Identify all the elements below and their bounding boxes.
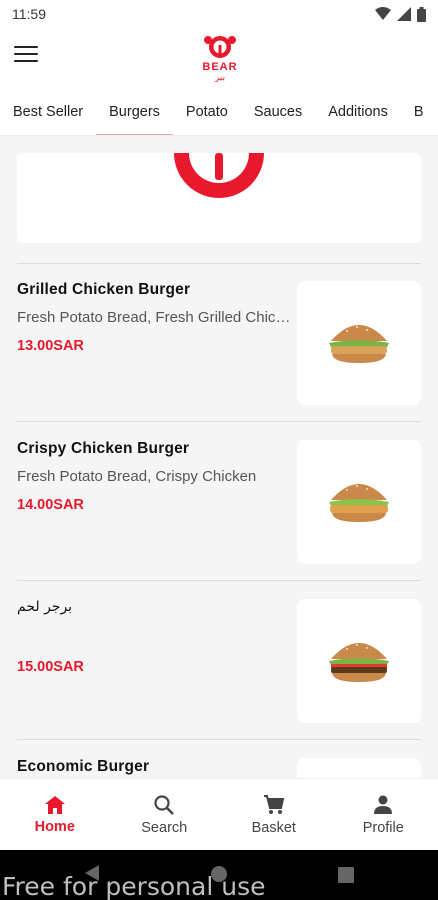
item-name: Crispy Chicken Burger (17, 440, 190, 457)
item-image (297, 281, 421, 405)
tab-partial[interactable]: B (401, 90, 437, 135)
signal-icon (397, 7, 411, 21)
item-image (297, 599, 421, 723)
item-name: Economic Burger (17, 758, 150, 775)
tab-additions[interactable]: Additions (315, 90, 401, 135)
tab-sauces[interactable]: Sauces (241, 90, 315, 135)
menu-icon (14, 46, 38, 48)
menu-item-grilled-chicken[interactable]: Grilled Chicken Burger Fresh Potato Brea… (0, 281, 438, 411)
nav-label: Home (34, 818, 75, 835)
nav-profile[interactable]: Profile (329, 779, 438, 850)
category-tabs: Best Seller Burgers Potato Sauces Additi… (0, 90, 438, 136)
cart-icon (263, 794, 284, 814)
status-bar: 11:59 (0, 0, 438, 28)
search-icon (154, 794, 175, 815)
tab-best-seller[interactable]: Best Seller (0, 90, 96, 135)
tab-burgers[interactable]: Burgers (96, 90, 173, 135)
banner-logo-icon (174, 153, 264, 198)
menu-list[interactable]: Grilled Chicken Burger Fresh Potato Brea… (0, 136, 438, 778)
menu-item-beef-burger[interactable]: برجر لحم 15.00SAR (0, 599, 438, 729)
item-price: 15.00SAR (17, 659, 84, 675)
divider (17, 263, 421, 264)
burger-icon (329, 484, 389, 522)
item-price: 13.00SAR (17, 338, 84, 354)
divider (17, 580, 421, 581)
nav-label: Search (141, 819, 188, 836)
item-image (297, 440, 421, 564)
burger-icon (329, 325, 389, 363)
item-description: Fresh Potato Bread, Fresh Grilled Chicke… (17, 309, 291, 326)
brand-logo: BEAR بير (192, 32, 248, 83)
nav-basket[interactable]: Basket (219, 779, 329, 850)
battery-icon (417, 6, 426, 22)
nav-label: Basket (251, 819, 296, 836)
menu-item-economic[interactable]: Economic Burger (0, 758, 438, 778)
status-time: 11:59 (12, 6, 46, 22)
nav-search[interactable]: Search (110, 779, 220, 850)
divider (17, 739, 421, 740)
logo-arabic: بير (214, 73, 225, 82)
bottom-navigation: Home Search Basket Profile (0, 778, 438, 850)
watermark-text: Free for personal use (2, 872, 266, 900)
burger-icon (329, 643, 389, 682)
menu-button[interactable] (14, 46, 38, 66)
home-icon (44, 795, 65, 814)
item-description: Fresh Potato Bread, Crispy Chicken (17, 468, 257, 485)
nav-home[interactable]: Home (0, 779, 110, 850)
app-bar: BEAR بير (0, 28, 438, 90)
profile-icon (374, 795, 393, 814)
wifi-icon (375, 7, 391, 20)
category-banner (17, 153, 421, 243)
status-icons (375, 6, 426, 22)
logo-text: BEAR (202, 61, 237, 73)
item-image (297, 758, 421, 778)
tab-potato[interactable]: Potato (173, 90, 241, 135)
item-price: 14.00SAR (17, 497, 84, 513)
recents-icon[interactable] (338, 867, 354, 883)
nav-label: Profile (362, 819, 404, 836)
menu-item-crispy-chicken[interactable]: Crispy Chicken Burger Fresh Potato Bread… (0, 440, 438, 570)
item-name: Grilled Chicken Burger (17, 281, 191, 298)
divider (17, 421, 421, 422)
item-name: برجر لحم (17, 599, 73, 615)
